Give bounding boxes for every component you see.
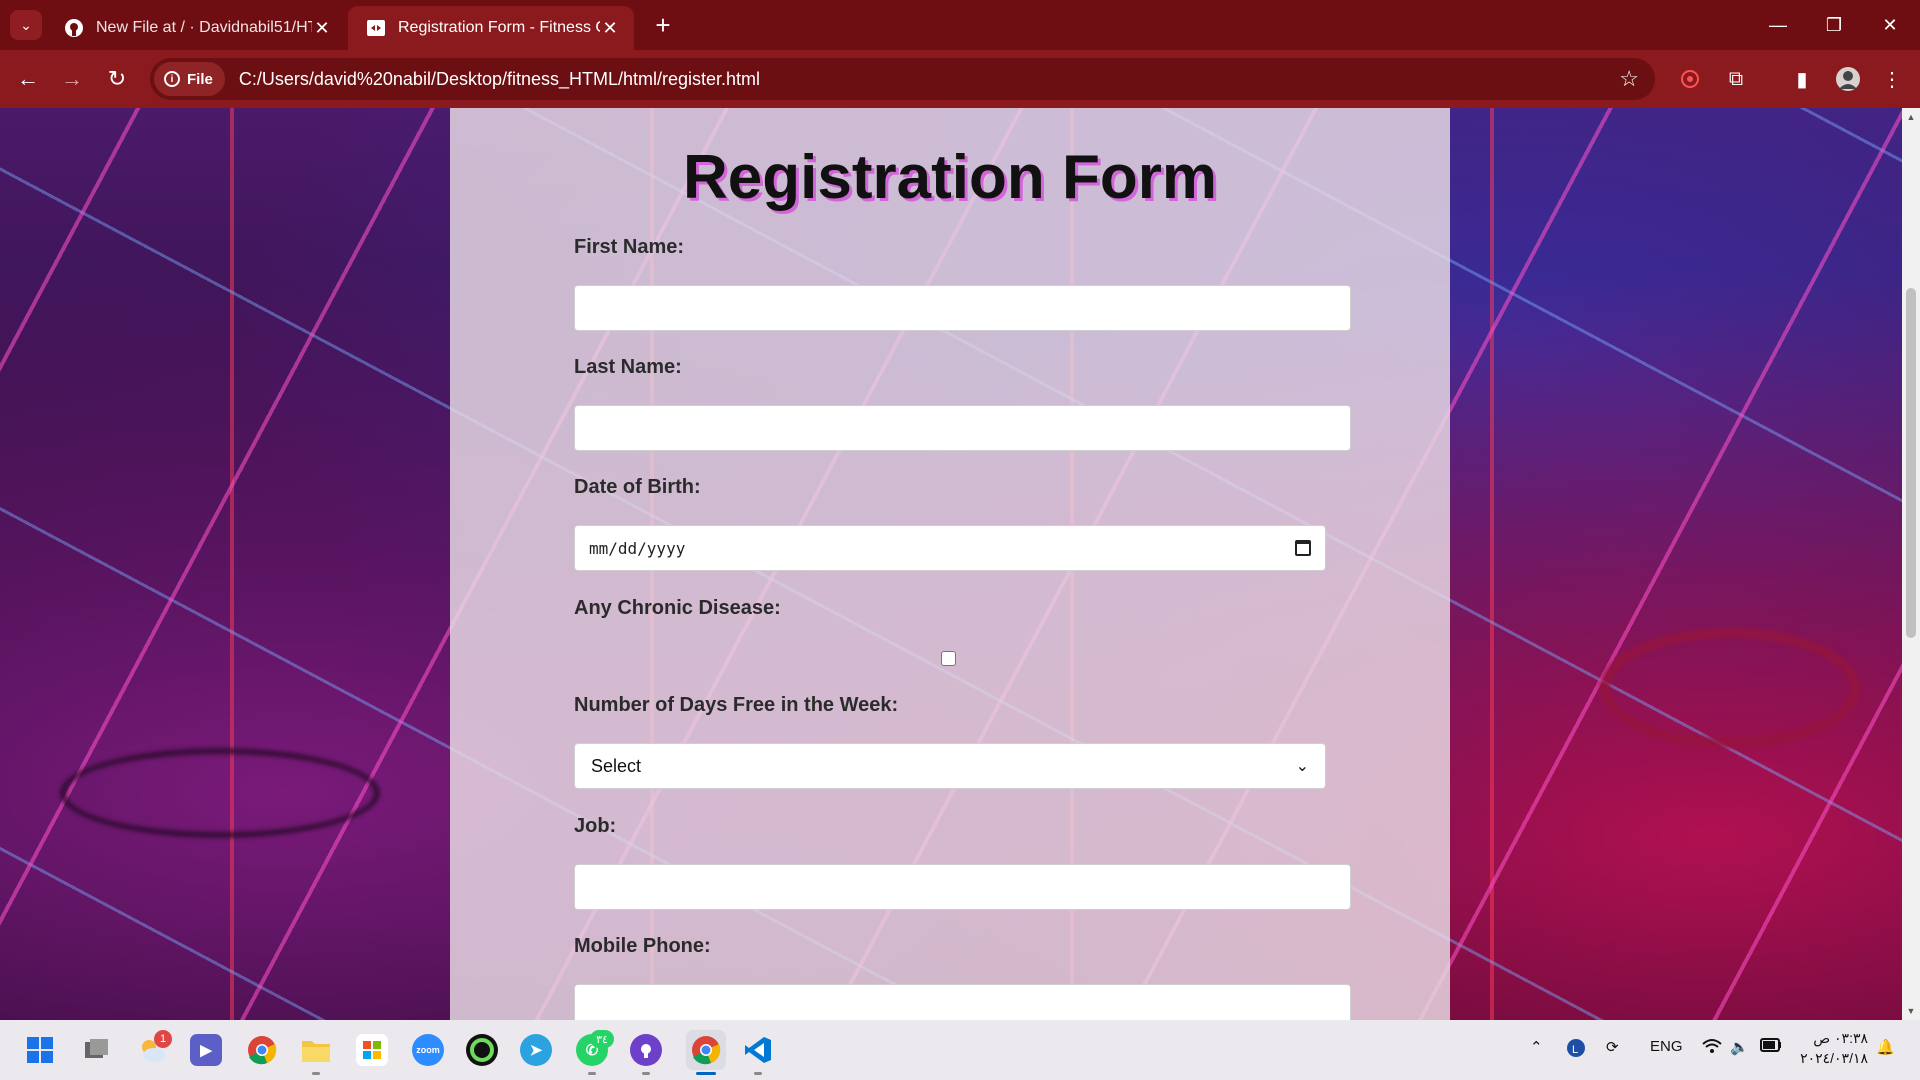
gym-bike-silhouette	[60, 748, 380, 838]
sync-icon[interactable]: ⟳	[1606, 1038, 1619, 1056]
tab-search-button[interactable]: ⌄	[10, 10, 42, 40]
scrollbar-thumb[interactable]	[1906, 288, 1916, 638]
close-window-icon[interactable]: ✕	[1862, 0, 1918, 50]
mobile-phone-label: Mobile Phone:	[574, 935, 711, 957]
vscode-icon[interactable]	[742, 1034, 774, 1066]
last-name-input[interactable]	[574, 405, 1351, 451]
tab-title: New File at / · Davidnabil51/HTI	[96, 19, 312, 36]
chevron-down-icon: ⌄	[1295, 758, 1309, 775]
chronic-disease-label: Any Chronic Disease:	[574, 597, 781, 619]
side-panel-icon[interactable]: ▮	[1786, 63, 1818, 95]
telegram-icon[interactable]: ➤	[520, 1034, 552, 1066]
running-indicator	[588, 1072, 596, 1075]
days-free-select[interactable]: Select ⌄	[574, 743, 1326, 789]
close-tab-icon[interactable]: ✕	[312, 18, 332, 39]
scroll-up-icon[interactable]: ▲	[1902, 112, 1920, 122]
dob-placeholder: mm/dd/yyyy	[589, 538, 686, 558]
calendar-icon[interactable]	[1295, 540, 1311, 556]
tab-title: Registration Form - Fitness Gym	[398, 19, 600, 36]
days-free-label: Number of Days Free in the Week:	[574, 694, 899, 716]
running-indicator	[642, 1072, 650, 1075]
task-view-icon[interactable]	[80, 1034, 112, 1066]
zoom-icon[interactable]: zoom	[412, 1034, 444, 1066]
chrome-active-icon[interactable]	[686, 1030, 726, 1070]
tab-registration-form[interactable]: Registration Form - Fitness Gym ✕	[348, 6, 634, 50]
show-hidden-icons-icon[interactable]: ⌃	[1530, 1038, 1543, 1056]
green-app-icon[interactable]	[466, 1034, 498, 1066]
url-text[interactable]: C:/Users/david%20nabil/Desktop/fitness_H…	[239, 69, 760, 90]
running-indicator	[312, 1072, 320, 1075]
avatar[interactable]	[1832, 63, 1864, 95]
github-icon	[64, 18, 84, 38]
tab-github[interactable]: New File at / · Davidnabil51/HTI ✕	[46, 6, 346, 50]
battery-icon[interactable]	[1760, 1038, 1782, 1056]
clock-date: ٢٠٢٤/٠٣/١٨	[1800, 1050, 1868, 1066]
language-indicator[interactable]: ENG	[1650, 1038, 1683, 1055]
dob-input[interactable]: mm/dd/yyyy	[574, 525, 1326, 571]
recording-extension-icon[interactable]	[1674, 63, 1706, 95]
clock-time: ٠٣:٣٨ ص	[1813, 1030, 1868, 1046]
github-desktop-icon[interactable]	[630, 1034, 662, 1066]
extensions-icon[interactable]: ⧉	[1720, 63, 1752, 95]
chrome-icon[interactable]	[246, 1034, 278, 1066]
site-info-chip[interactable]: i File	[154, 62, 225, 96]
dob-label: Date of Birth:	[574, 476, 701, 498]
back-icon[interactable]: ←	[12, 63, 44, 95]
mobile-phone-input[interactable]	[574, 984, 1351, 1020]
bookmark-star-icon[interactable]: ☆	[1619, 66, 1639, 92]
system-clock[interactable]: ٠٣:٣٨ ص ٢٠٢٤/٠٣/١٨	[1798, 1028, 1868, 1068]
info-icon: i	[164, 71, 180, 87]
windows-taskbar: 1 ▶ zoom ➤ ✆ ٣٤ ⌃ L ⟳ ENG 🔈 ٠٣:٣٨ ص ٢٠٢٤…	[0, 1020, 1920, 1080]
last-name-label: Last Name:	[574, 356, 682, 378]
svg-text:L: L	[1572, 1044, 1578, 1056]
page-icon	[366, 18, 386, 38]
page-viewport: Registration Form First Name: Last Name:…	[0, 108, 1902, 1020]
notification-bell-icon[interactable]: 🔔	[1876, 1038, 1895, 1056]
reload-icon[interactable]: ↻	[101, 63, 133, 95]
scroll-down-icon[interactable]: ▼	[1902, 1006, 1920, 1016]
language-tool-icon[interactable]: L	[1566, 1038, 1586, 1062]
running-indicator	[754, 1072, 762, 1075]
registration-form-panel: Registration Form First Name: Last Name:…	[450, 108, 1450, 1020]
tab-bar: ⌄ New File at / · Davidnabil51/HTI ✕ Reg…	[0, 0, 1920, 50]
close-tab-icon[interactable]: ✕	[600, 18, 620, 39]
minimize-icon[interactable]: —	[1750, 0, 1806, 50]
chronic-disease-checkbox[interactable]	[941, 651, 956, 666]
active-indicator	[696, 1072, 716, 1075]
volume-icon[interactable]: 🔈	[1730, 1038, 1749, 1056]
whatsapp-badge: ٣٤	[590, 1030, 614, 1048]
new-tab-button[interactable]: +	[648, 10, 678, 40]
weather-badge: 1	[154, 1030, 172, 1048]
days-free-selected: Select	[591, 755, 642, 776]
page-title: Registration Form	[683, 143, 1217, 212]
browser-menu-icon[interactable]: ⋮	[1876, 63, 1908, 95]
file-explorer-icon[interactable]	[300, 1034, 332, 1066]
first-name-input[interactable]	[574, 285, 1351, 331]
wifi-icon[interactable]	[1702, 1038, 1722, 1058]
forward-icon[interactable]: →	[56, 63, 88, 95]
store-icon[interactable]	[356, 1034, 388, 1066]
job-label: Job:	[574, 815, 617, 837]
gym-bike-silhouette	[1600, 628, 1860, 748]
page-scrollbar[interactable]: ▲ ▼	[1902, 108, 1920, 1020]
windows-start-icon[interactable]	[24, 1034, 56, 1066]
browser-toolbar: ← → ↻ i File C:/Users/david%20nabil/Desk…	[0, 50, 1920, 108]
address-bar[interactable]: i File C:/Users/david%20nabil/Desktop/fi…	[150, 58, 1655, 100]
restore-icon[interactable]: ❐	[1806, 0, 1862, 50]
first-name-label: First Name:	[574, 236, 685, 258]
site-info-label: File	[187, 70, 213, 88]
teams-icon[interactable]: ▶	[190, 1034, 222, 1066]
job-input[interactable]	[574, 864, 1351, 910]
